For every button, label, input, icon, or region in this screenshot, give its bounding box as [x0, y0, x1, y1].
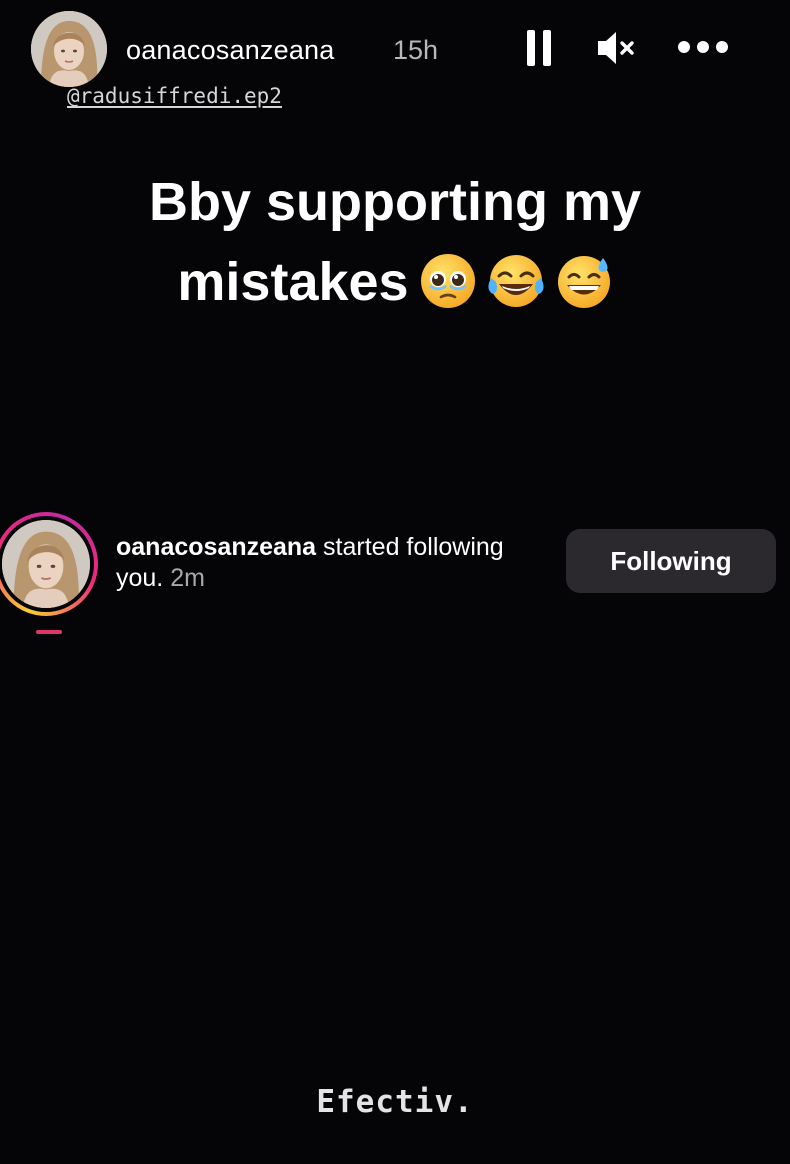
- speaker-muted-icon: [598, 32, 634, 64]
- story-username[interactable]: oanacosanzeana: [126, 32, 334, 68]
- following-button[interactable]: Following: [566, 529, 776, 593]
- caption-line-2-text: mistakes: [177, 252, 409, 312]
- footer-caption: Efectiv.: [316, 1084, 474, 1120]
- notification-username[interactable]: oanacosanzeana: [116, 533, 316, 561]
- follow-notification-text: oanacosanzeana started following you. 2m: [116, 532, 536, 594]
- mention-sticker[interactable]: @radusiffredi.ep2: [67, 84, 282, 108]
- notification-time: 2m: [170, 564, 205, 592]
- caption-line-1: Bby supporting my: [148, 172, 641, 232]
- face-with-tears-of-joy-icon: [488, 255, 544, 307]
- more-options-button[interactable]: [676, 24, 730, 72]
- mute-button[interactable]: [594, 24, 636, 72]
- face-holding-back-tears-icon: [420, 254, 475, 308]
- grinning-face-with-sweat-icon: [557, 256, 610, 308]
- more-options-icon: [678, 41, 690, 53]
- caption-line-2: mistakes: [0, 242, 790, 322]
- notification-avatar-ring[interactable]: [0, 512, 98, 616]
- story-viewer: oanacosanzeana 15h @radusiffredi.ep2 Bby…: [0, 0, 790, 1164]
- pause-button[interactable]: [522, 24, 556, 72]
- story-timestamp: 15h: [393, 35, 439, 65]
- user-avatar[interactable]: [31, 11, 107, 87]
- story-caption: Bby supporting my mistakes: [0, 162, 790, 322]
- unseen-indicator: [36, 630, 62, 634]
- pause-icon: [527, 30, 535, 66]
- notification-avatar: [2, 520, 90, 608]
